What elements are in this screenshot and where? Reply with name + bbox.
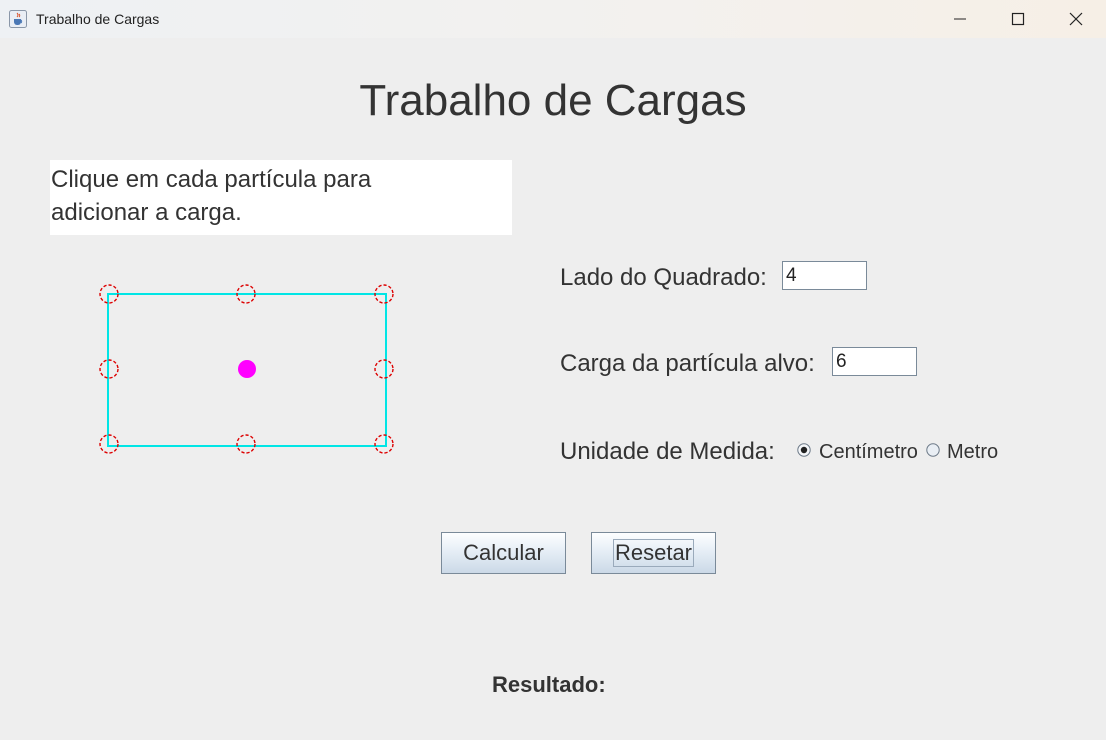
particle-bottom-middle[interactable] [236, 434, 256, 454]
unit-label: Unidade de Medida: [560, 438, 775, 465]
instructions-panel: Clique em cada partícula para adicionar … [50, 160, 512, 235]
side-input[interactable] [782, 261, 867, 290]
title-bar: Trabalho de Cargas [0, 0, 1106, 38]
reset-button-label: Resetar [612, 539, 695, 567]
window-title: Trabalho de Cargas [36, 11, 160, 27]
minimize-button[interactable] [931, 0, 989, 38]
charge-diagram [99, 284, 394, 454]
particle-bottom-right[interactable] [374, 434, 394, 454]
calculate-button[interactable]: Calcular [441, 532, 566, 574]
side-label: Lado do Quadrado: [560, 264, 767, 291]
minimize-icon [954, 18, 966, 20]
particle-middle-right[interactable] [374, 359, 394, 379]
page-title: Trabalho de Cargas [359, 76, 747, 125]
result-label: Resultado: [492, 672, 606, 697]
instructions-line-2: adicionar a carga. [51, 199, 242, 226]
instructions-line-1: Clique em cada partícula para [51, 166, 372, 193]
target-particle [238, 360, 256, 378]
charge-input[interactable] [832, 347, 917, 376]
calculate-button-label: Calcular [463, 540, 544, 565]
radio-centimetro[interactable] [797, 443, 811, 457]
close-button[interactable] [1047, 0, 1105, 38]
maximize-button[interactable] [989, 0, 1047, 38]
close-icon [1069, 12, 1083, 26]
java-cup-icon [9, 10, 27, 28]
reset-button[interactable]: Resetar [591, 532, 716, 574]
charge-label: Carga da partícula alvo: [560, 350, 815, 377]
radio-centimetro-label[interactable]: Centímetro [819, 441, 918, 464]
radio-metro-label[interactable]: Metro [947, 441, 998, 464]
maximize-icon [1011, 12, 1025, 26]
radio-metro[interactable] [926, 443, 940, 457]
